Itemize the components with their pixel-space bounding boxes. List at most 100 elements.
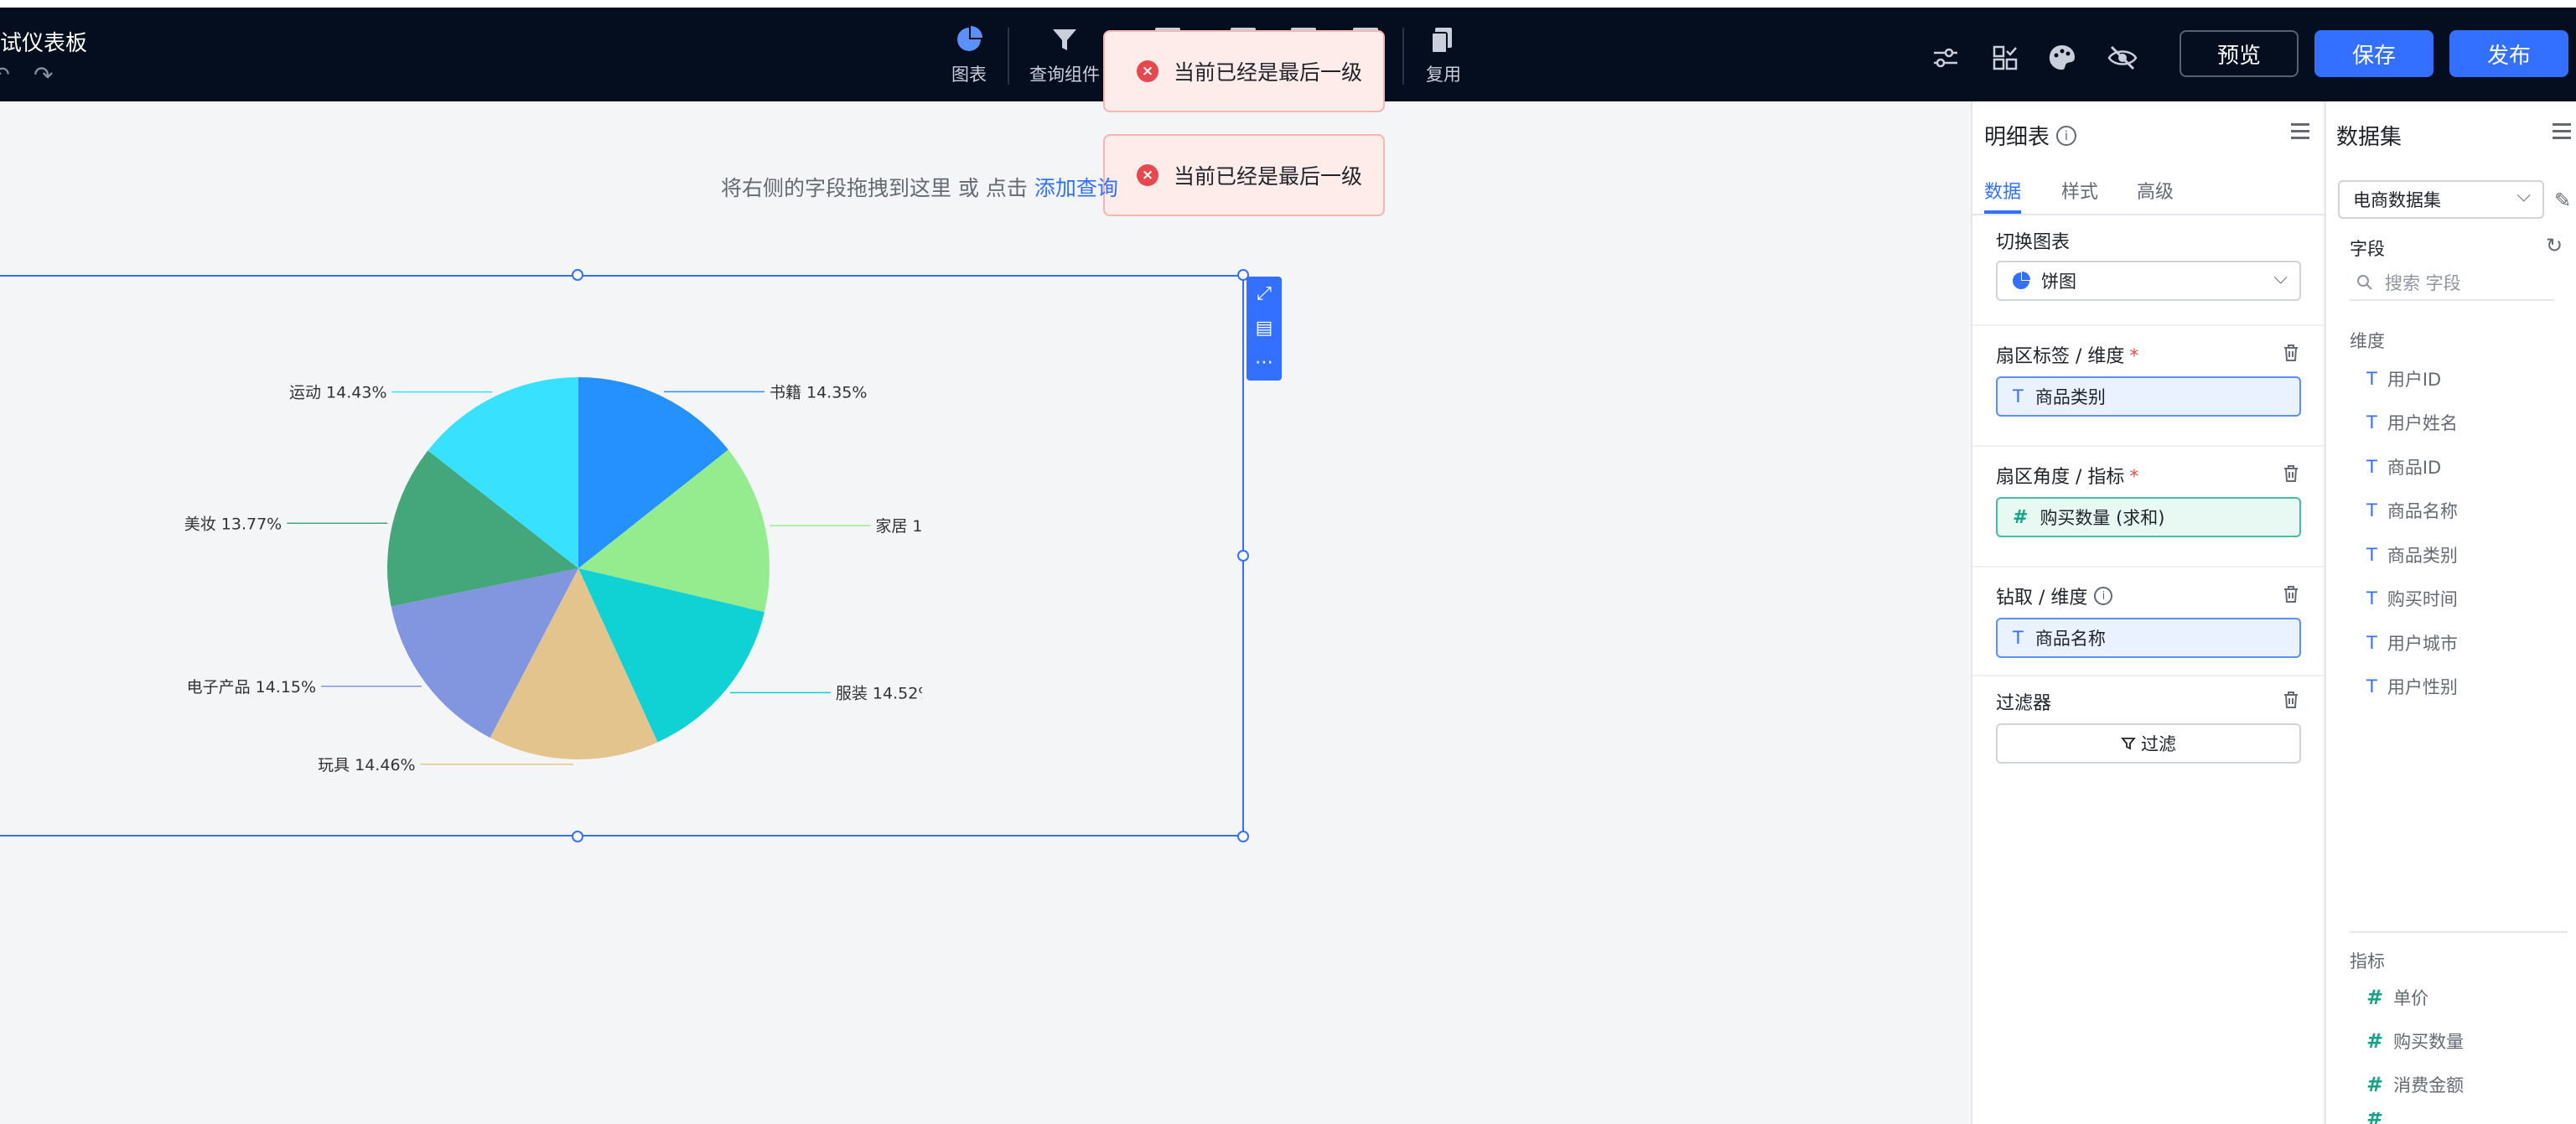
text-field-icon: T — [2366, 369, 2377, 389]
dimension-field-item[interactable]: T 用户姓名 — [2366, 410, 2458, 435]
slice-angle-section-text: 扇区角度 / 指标 — [1996, 467, 2125, 488]
pie-chart-icon — [2013, 272, 2030, 289]
add-query-link[interactable]: 添加查询 — [1034, 176, 1118, 200]
field-search-input[interactable]: 搜索 字段 — [2350, 266, 2554, 301]
more-icon[interactable]: ⋯ — [1247, 345, 1282, 380]
drill-section-label: 钻取 / 维度 i — [1996, 583, 2113, 609]
undo-icon[interactable]: ↶ — [0, 63, 10, 88]
section-divider — [1972, 445, 2325, 447]
field-name: 单价 — [2393, 988, 2429, 1008]
slice-label-section-label: 扇区标签 / 维度 * — [1996, 341, 2138, 368]
section-divider — [1972, 324, 2325, 326]
error-icon: × — [1137, 60, 1158, 82]
chevron-down-icon: ⌵ — [2516, 185, 2531, 206]
toolbar-chart-button[interactable]: 图表 — [927, 23, 1011, 86]
dataset-title: 数据集 — [2336, 125, 2402, 150]
dimension-field-item[interactable]: T 商品类别 — [2366, 542, 2458, 567]
pie-chart-icon — [957, 26, 982, 51]
measure-field-item[interactable]: # 单价 — [2366, 985, 2428, 1010]
error-toast: × 当前已经是最后一级 — [1103, 134, 1385, 216]
filter-button-label: 过滤 — [2141, 734, 2176, 754]
config-title-text: 明细表 — [1984, 125, 2050, 150]
toolbar-query-button[interactable]: 查询组件 — [1023, 23, 1107, 86]
chart-toolbar: ⤢ ▤ ⋯ — [1247, 277, 1282, 381]
hide-eye-icon[interactable] — [2106, 41, 2139, 75]
text-field-icon: T — [2366, 633, 2377, 653]
field-name: 商品名称 — [2387, 501, 2458, 521]
switch-chart-label: 切换图表 — [1996, 232, 2071, 253]
trash-icon[interactable] — [2281, 690, 2301, 710]
measures-label: 指标 — [2350, 951, 2385, 971]
layout-icon[interactable] — [1988, 41, 2022, 75]
pie-slice-label: 玩具 14.46% — [318, 756, 416, 774]
config-tabs: 数据 样式 高级 — [1972, 165, 2325, 215]
slice-label-field-chip[interactable]: T 商品类别 — [1996, 376, 2301, 417]
dataset-panel: 数据集 电商数据集 ⌵ ✎ 字段 ↻ 搜索 字段 维度 T 用户ID T 用户姓名 … — [2325, 101, 2576, 1124]
pie-slice-label: 运动 14.43% — [289, 384, 387, 402]
resize-handle[interactable] — [1237, 550, 1249, 562]
pie-chart: 书籍 14.35% 家居 14.33% 服装 14.52% 玩具 14.46% 电子产品… — [184, 377, 922, 774]
trash-icon[interactable] — [2281, 584, 2301, 604]
active-tab-indicator — [1984, 210, 2021, 214]
field-name: 商品ID — [2387, 458, 2442, 478]
drill-section-text: 钻取 / 维度 — [1996, 588, 2088, 609]
expand-icon[interactable]: ⤢ — [1247, 277, 1282, 311]
required-mark: * — [2129, 346, 2139, 367]
tab-advanced[interactable]: 高级 — [2137, 177, 2174, 204]
redo-icon[interactable]: ↷ — [34, 61, 53, 89]
fields-label: 字段 — [2350, 239, 2385, 259]
edit-icon[interactable]: ✎ — [2554, 189, 2571, 212]
field-name: 用户城市 — [2387, 634, 2458, 654]
toolbar-chart-label: 图表 — [951, 65, 987, 85]
measure-field-item-partial[interactable]: # — [2366, 1112, 2393, 1124]
tab-data[interactable]: 数据 — [1984, 177, 2021, 204]
tab-style[interactable]: 样式 — [2061, 177, 2098, 204]
error-icon: × — [1137, 164, 1158, 186]
text-field-icon: T — [2013, 386, 2024, 407]
number-field-icon: # — [2366, 1112, 2384, 1124]
slice-angle-field-chip[interactable]: # 购买数量 (求和) — [1996, 497, 2301, 537]
filter-button[interactable]: 过滤 — [1996, 723, 2301, 764]
panel-menu-icon[interactable] — [2291, 123, 2309, 143]
field-name: 用户姓名 — [2387, 413, 2458, 433]
refresh-icon[interactable]: ↻ — [2546, 234, 2563, 257]
top-strip — [0, 0, 2576, 8]
drill-field-chip[interactable]: T 商品名称 — [1996, 618, 2301, 658]
pie-slice-label: 家居 14.33% — [875, 517, 922, 536]
section-divider — [1972, 675, 2325, 676]
trash-icon[interactable] — [2281, 343, 2301, 363]
dashboard-title: 试仪表板 — [0, 31, 88, 56]
save-button[interactable]: 保存 — [2314, 30, 2433, 77]
resize-handle[interactable] — [1237, 831, 1249, 842]
dimension-field-item[interactable]: T 用户城市 — [2366, 630, 2458, 655]
trash-icon[interactable] — [2281, 464, 2301, 484]
filter-section-label: 过滤器 — [1996, 693, 2052, 714]
details-icon[interactable]: ▤ — [1247, 311, 1282, 345]
number-field-icon: # — [2366, 1029, 2384, 1053]
panel-menu-icon[interactable] — [2553, 123, 2571, 143]
dimension-field-item[interactable]: T 商品名称 — [2366, 498, 2458, 523]
preview-button[interactable]: 预览 — [2179, 30, 2299, 77]
publish-button[interactable]: 发布 — [2449, 30, 2568, 77]
theme-palette-icon[interactable] — [2045, 41, 2079, 75]
number-field-icon: # — [2366, 1073, 2384, 1096]
toast-message: 当前已经是最后一级 — [1174, 60, 1363, 85]
info-icon[interactable]: i — [2056, 125, 2077, 146]
dataset-select[interactable]: 电商数据集 ⌵ — [2338, 180, 2544, 219]
field-name: 购买时间 — [2387, 589, 2458, 609]
info-icon[interactable]: i — [2094, 587, 2113, 605]
text-field-icon: T — [2366, 500, 2377, 521]
dimension-field-item[interactable]: T 购买时间 — [2366, 586, 2458, 611]
settings-sliders-icon[interactable] — [1929, 41, 1962, 75]
chart-type-select[interactable]: 饼图 ⌵ — [1996, 261, 2301, 301]
measure-field-item[interactable]: # 消费金额 — [2366, 1072, 2464, 1097]
toolbar-reuse-button[interactable]: 复用 — [1402, 23, 1485, 86]
measure-field-item[interactable]: # 购买数量 — [2366, 1028, 2464, 1054]
dimension-field-item[interactable]: T 用户性别 — [2366, 674, 2458, 699]
resize-handle[interactable] — [572, 831, 583, 842]
search-icon — [2357, 275, 2372, 290]
field-chip-label: 商品名称 — [2034, 629, 2106, 649]
dimension-field-item[interactable]: T 用户ID — [2366, 366, 2441, 391]
field-name: 消费金额 — [2393, 1075, 2465, 1096]
dimension-field-item[interactable]: T 商品ID — [2366, 454, 2441, 479]
